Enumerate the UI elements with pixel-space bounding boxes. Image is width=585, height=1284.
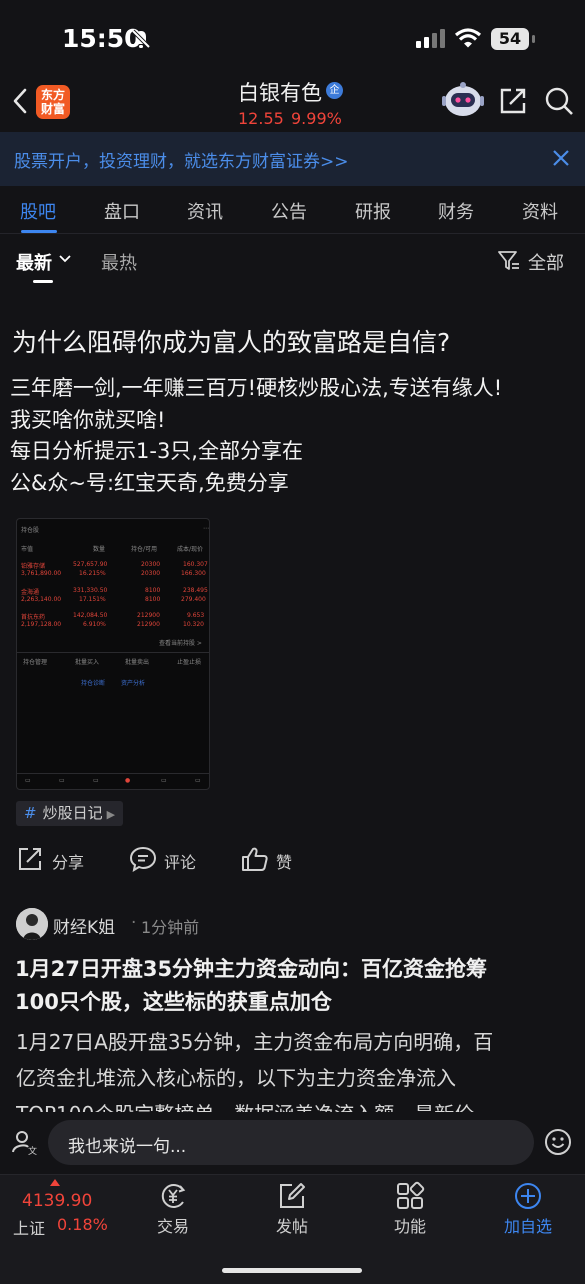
svg-text:文: 文: [28, 1145, 37, 1155]
index-name[interactable]: 上证: [13, 1215, 45, 1239]
post-title[interactable]: 为什么阻碍你成为富人的致富路是自信?: [12, 323, 450, 359]
caret-right-icon: ▶: [106, 808, 116, 821]
promo-banner[interactable]: 股票开户，投资理财，就选东方财富证券>>: [0, 132, 585, 186]
post-body-line: 每日分析提示1-3只,全部分享在: [10, 439, 303, 463]
like-button[interactable]: 赞: [276, 849, 292, 873]
stock-change-pct: 9.99%: [291, 109, 342, 128]
share-icon[interactable]: [498, 86, 528, 116]
logo-line-2: 财富: [40, 102, 65, 116]
topic-tag[interactable]: # 炒股日记 ▶: [16, 801, 124, 826]
user-translate-icon[interactable]: 文: [12, 1129, 38, 1155]
share-icon[interactable]: [17, 846, 43, 872]
emoji-icon[interactable]: [544, 1128, 572, 1156]
nav-add-watchlist-label: 加自选: [503, 1217, 552, 1236]
plus-circle-icon: [515, 1183, 541, 1209]
nav-trade[interactable]: 交易: [133, 1181, 213, 1237]
logo-line-1: 东方: [40, 88, 65, 102]
index-value[interactable]: 4139.90: [22, 1191, 92, 1211]
nav-post-label: 发帖: [275, 1217, 308, 1236]
filter-all[interactable]: 全部: [528, 249, 564, 275]
stock-header: 东方 财富 白银有色 企 12.55 9.99%: [0, 72, 585, 132]
sort-active-indicator: [33, 280, 53, 283]
tab-research[interactable]: 研报: [355, 198, 391, 224]
nav-add-watchlist[interactable]: 加自选: [488, 1181, 568, 1237]
battery-level: 54: [491, 28, 529, 50]
post-author[interactable]: 财经K姐: [53, 913, 115, 938]
sort-bar: 最新 最热 全部: [0, 236, 585, 286]
post-title-line: 1月27日开盘35分钟主力资金动向：百亿资金抢筹: [15, 957, 488, 981]
post-body-line: 1月27日A股开盘35分钟，主力资金布局方向明确，百: [16, 1030, 494, 1054]
nav-trade-label: 交易: [156, 1217, 189, 1236]
tab-finance[interactable]: 财务: [438, 198, 474, 224]
thumbs-up-icon[interactable]: [241, 846, 269, 872]
wifi-icon: [454, 28, 482, 48]
promo-banner-text[interactable]: 股票开户，投资理财，就选东方财富证券>>: [14, 147, 349, 172]
search-icon[interactable]: [544, 86, 574, 116]
sort-latest[interactable]: 最新: [16, 249, 52, 275]
stock-price: 12.55: [238, 109, 284, 128]
separator-dot: ·: [131, 913, 137, 933]
chevron-down-icon[interactable]: [58, 254, 72, 264]
battery-tip: [532, 35, 535, 43]
ai-assistant-robot-icon[interactable]: [442, 82, 484, 118]
post-body[interactable]: 三年磨一剑,一年赚三百万!硬核炒股心法,专送有缘人! 我买啥你就买啥! 每日分析…: [10, 373, 580, 499]
home-indicator[interactable]: [222, 1268, 362, 1273]
nav-functions-label: 功能: [393, 1217, 426, 1236]
tab-announcements[interactable]: 公告: [271, 198, 307, 224]
post-body-line: 亿资金扎堆流入核心标的，以下为主力资金净流入: [16, 1066, 456, 1090]
status-bar: 15:50 54: [0, 0, 585, 80]
post-body-line: 公&众~号:红宝天奇,免费分享: [10, 470, 289, 495]
grid-apps-icon: [397, 1181, 425, 1209]
post-actions: 分享 评论 赞: [0, 842, 585, 876]
index-up-arrow-icon: [50, 1179, 60, 1186]
comment-button[interactable]: 评论: [164, 849, 196, 873]
topic-tag-label: 炒股日记: [42, 804, 103, 822]
comment-input-placeholder: 我也来说一句...: [68, 1137, 187, 1157]
nav-functions[interactable]: 功能: [370, 1181, 450, 1237]
eastmoney-logo[interactable]: 东方 财富: [36, 85, 70, 119]
tab-guba[interactable]: 股吧: [20, 198, 56, 224]
post-time: 1分钟前: [141, 918, 200, 937]
comment-bar: 文 我也来说一句...: [0, 1112, 585, 1172]
filter-icon[interactable]: [497, 249, 521, 273]
post-title-line: 100只个股，这些标的获重点加仓: [15, 990, 332, 1014]
comment-icon[interactable]: [129, 846, 157, 872]
thumb-header: 持仓股: [21, 527, 40, 534]
post-body[interactable]: 1月27日A股开盘35分钟，主力资金布局方向明确，百 亿资金扎堆流入核心标的，以…: [16, 1024, 571, 1116]
tab-profile[interactable]: 资料: [522, 198, 558, 224]
tab-news[interactable]: 资讯: [187, 198, 223, 224]
hashtag-icon: #: [24, 804, 37, 822]
post-body-line: 三年磨一剑,一年赚三百万!硬核炒股心法,专送有缘人!: [10, 376, 503, 400]
avatar[interactable]: [16, 908, 48, 940]
section-tabs: 股吧 盘口 资讯 公告 研报 财务 资料: [0, 190, 585, 234]
share-button[interactable]: 分享: [52, 849, 84, 873]
back-arrow-icon[interactable]: [10, 86, 30, 116]
thumb-more: 查看当前持股 >: [159, 640, 202, 647]
cellular-signal-icon: [416, 29, 445, 48]
enterprise-badge: 企: [326, 82, 343, 99]
stock-name: 白银有色: [238, 81, 322, 105]
post-image-thumbnail[interactable]: 持仓股 ⋯ 市值 数量 持仓/可用 成本/现价 铂雅存储 527,657.90 …: [16, 518, 210, 790]
post-body-line: 我买啥你就买啥!: [10, 407, 166, 432]
trade-yen-icon: [161, 1184, 186, 1208]
close-icon[interactable]: [551, 148, 571, 168]
post-title[interactable]: 1月27日开盘35分钟主力资金动向：百亿资金抢筹 100只个股，这些标的获重点加…: [15, 953, 570, 1019]
edit-icon: [280, 1183, 305, 1208]
index-change-pct[interactable]: 0.18%: [57, 1215, 108, 1234]
sort-hot[interactable]: 最热: [101, 249, 137, 275]
active-tab-indicator: [21, 230, 57, 233]
comment-input[interactable]: 我也来说一句...: [48, 1120, 534, 1165]
tab-pankou[interactable]: 盘口: [104, 198, 140, 224]
nav-post[interactable]: 发帖: [252, 1181, 332, 1237]
avatar-image: [16, 908, 48, 940]
bell-muted-icon: [131, 29, 151, 49]
